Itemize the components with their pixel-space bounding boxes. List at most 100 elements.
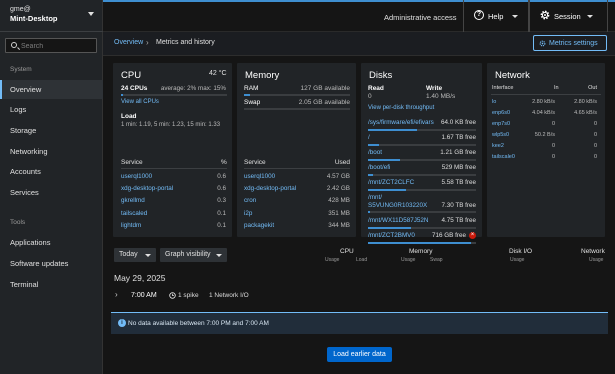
graph-col-cpu: CPU bbox=[340, 248, 354, 255]
disk-row: / 1.67 TB free bbox=[368, 134, 476, 148]
network-interface-link[interactable]: lo bbox=[492, 99, 496, 105]
cpu-service-name[interactable]: xdg-desktop-portal bbox=[121, 185, 173, 192]
memory-service-used: 351 MB bbox=[328, 209, 350, 217]
swap-usage-bar bbox=[244, 108, 350, 110]
network-in-value: 4.04 kB/s bbox=[532, 110, 555, 116]
network-interface-link[interactable]: kee2 bbox=[492, 143, 504, 149]
network-in-value: 2.80 kB/s bbox=[532, 99, 555, 105]
network-out-value: 0 bbox=[593, 132, 597, 138]
network-out-value: 0 bbox=[593, 143, 597, 149]
memory-service-used: 2.42 GB bbox=[326, 185, 350, 193]
network-interface-link[interactable]: tailscale0 bbox=[492, 154, 515, 160]
disk-mount-link[interactable]: /mnt/ S5VUNG0R103220X bbox=[368, 194, 427, 210]
sidebar-item-overview[interactable]: Overview bbox=[0, 80, 103, 99]
swap-label: Swap bbox=[244, 99, 261, 106]
cpu-service-name[interactable]: lightdm bbox=[121, 222, 141, 229]
network-interface-link[interactable]: enp7s0 bbox=[492, 121, 510, 127]
admin-access-toggle[interactable]: Administrative access bbox=[384, 13, 457, 22]
network-card: Network Interface In Out lo 2.80 kB/s 2.80… bbox=[487, 63, 605, 237]
read-label: Read bbox=[368, 85, 384, 92]
section-label-tools: Tools bbox=[10, 219, 26, 226]
graph-visibility-select[interactable]: Graph visibility bbox=[160, 248, 227, 262]
per-disk-throughput-link[interactable]: View per-disk throughput bbox=[368, 105, 434, 111]
sidebar-item-storage[interactable]: Storage bbox=[0, 121, 103, 140]
event-time: 7:00 AM bbox=[131, 292, 157, 299]
network-title: Network bbox=[495, 70, 530, 81]
metrics-settings-button[interactable]: Metrics settings bbox=[533, 35, 607, 51]
disk-mount-link[interactable]: /mnt/ZCT2BMV0 bbox=[368, 232, 415, 240]
cpu-service-percent: 0.1 bbox=[217, 221, 226, 229]
memory-service-name[interactable]: userql1000 bbox=[244, 173, 275, 180]
memory-card: Memory RAM 127 GB available Swap 2.05 GB… bbox=[237, 63, 356, 237]
sidebar-item-accounts[interactable]: Accounts bbox=[0, 162, 103, 181]
chevron-down-icon bbox=[88, 12, 94, 16]
memory-service-name[interactable]: cron bbox=[244, 197, 256, 204]
cpu-service-percent: 0.6 bbox=[217, 185, 226, 193]
metrics-settings-label: Metrics settings bbox=[549, 39, 598, 47]
disk-usage-bar bbox=[368, 189, 476, 191]
breadcrumb: Overview › Metrics and history Metrics s… bbox=[103, 32, 615, 56]
time-range-value: Today bbox=[119, 251, 138, 258]
cpu-title: CPU bbox=[121, 70, 142, 81]
sidebar-item-terminal[interactable]: Terminal bbox=[0, 275, 103, 294]
disk-usage-bar bbox=[368, 227, 476, 229]
cpu-col-percent: % bbox=[221, 159, 227, 166]
disk-mount-link[interactable]: /mnt/WX11D587J52N bbox=[368, 217, 428, 225]
disk-mount-link[interactable]: /boot bbox=[368, 149, 382, 157]
view-all-cpus-link[interactable]: View all CPUs bbox=[121, 99, 159, 105]
breadcrumb-current: Metrics and history bbox=[156, 39, 215, 46]
top-bar: Administrative access ? Help Session bbox=[103, 0, 615, 32]
session-menu-button[interactable]: Session bbox=[529, 0, 608, 32]
memory-service-used: 344 MB bbox=[328, 221, 350, 229]
sidebar-item-services[interactable]: Services bbox=[0, 183, 103, 202]
graph-col-disk-io: Disk I/O bbox=[509, 248, 533, 255]
sidebar-item-logs[interactable]: Logs bbox=[0, 100, 103, 119]
cpu-service-name[interactable]: gkrellmd bbox=[121, 197, 145, 204]
network-col-interface: Interface bbox=[492, 85, 514, 91]
error-circle-icon: × bbox=[469, 232, 476, 239]
disk-usage-bar bbox=[368, 129, 476, 131]
graph-sub-memory-usage: Usage bbox=[401, 257, 416, 263]
search-input[interactable] bbox=[21, 41, 93, 51]
network-interface-link[interactable]: enp6s0 bbox=[492, 110, 510, 116]
memory-service-name[interactable]: xdg-desktop-portal bbox=[244, 185, 296, 192]
event-description: 1 Network I/O bbox=[209, 292, 249, 299]
host-switcher[interactable]: gme@ Mint-Desktop bbox=[0, 0, 103, 32]
breadcrumb-overview-link[interactable]: Overview bbox=[114, 39, 143, 46]
disks-title: Disks bbox=[369, 70, 393, 81]
disk-mount-link[interactable]: /mnt/ZCT2CLFC bbox=[368, 179, 414, 187]
memory-service-name[interactable]: packagekit bbox=[244, 222, 274, 229]
search-box[interactable] bbox=[5, 38, 97, 53]
disk-mount-link[interactable]: / bbox=[368, 134, 370, 142]
gear-icon bbox=[539, 40, 546, 47]
graph-date: May 29, 2025 bbox=[114, 273, 166, 283]
chevron-right-icon[interactable]: › bbox=[115, 290, 118, 299]
network-out-value: 2.80 kB/s bbox=[574, 99, 597, 105]
disk-free-space: 716 GB free bbox=[432, 232, 466, 239]
network-interface-link[interactable]: wlp5s0 bbox=[492, 132, 509, 138]
load-earlier-data-button[interactable]: Load earlier data bbox=[327, 347, 392, 362]
cpu-service-name[interactable]: tailscaled bbox=[121, 210, 147, 217]
time-range-select[interactable]: Today bbox=[114, 248, 156, 262]
cpu-service-name[interactable]: userql1000 bbox=[121, 173, 152, 180]
write-value: 1.40 MB/s bbox=[426, 93, 456, 100]
network-out-value: 0 bbox=[593, 154, 597, 160]
load-label: Load bbox=[121, 113, 137, 120]
ram-label: RAM bbox=[244, 85, 259, 92]
sidebar-item-networking[interactable]: Networking bbox=[0, 142, 103, 161]
disk-mount-link[interactable]: /boot/efi bbox=[368, 164, 390, 172]
disk-free-space: 529 MB free bbox=[441, 164, 476, 171]
memory-service-name[interactable]: i2p bbox=[244, 210, 252, 217]
graph-col-memory: Memory bbox=[409, 248, 433, 255]
event-row[interactable]: › 7:00 AM 1 spike 1 Network I/O bbox=[103, 287, 615, 305]
read-value: 0 bbox=[368, 93, 372, 100]
disk-free-space: 64.0 KB free bbox=[440, 119, 476, 126]
disk-mount-link[interactable]: /sys/firmware/efi/efivars bbox=[368, 119, 434, 127]
swap-available: 2.05 GB available bbox=[298, 99, 350, 106]
help-icon: ? bbox=[474, 10, 484, 20]
sidebar-item-applications[interactable]: Applications bbox=[0, 233, 103, 252]
chevron-down-icon bbox=[216, 254, 222, 257]
sidebar-item-software-updates[interactable]: Software updates bbox=[0, 254, 103, 273]
disk-row: /boot/efi 529 MB free bbox=[368, 164, 476, 178]
help-menu-button[interactable]: ? Help bbox=[463, 0, 529, 32]
